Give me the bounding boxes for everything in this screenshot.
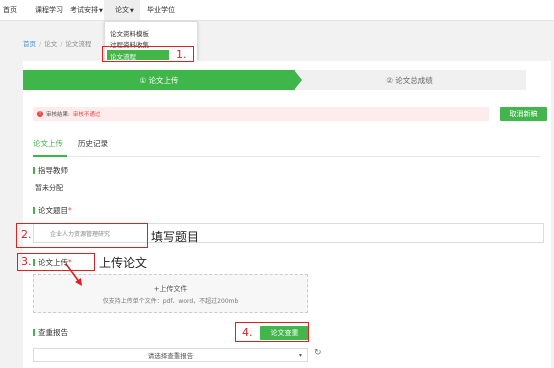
check-report-select[interactable]: 请选择查重报告 ▾ xyxy=(33,348,308,362)
tab-active-indicator xyxy=(33,155,67,157)
step-upload-label: ① 论文上传 xyxy=(139,75,179,85)
required-mark: * xyxy=(68,206,72,215)
nav-course[interactable]: 课程学习 xyxy=(35,5,63,15)
annotation-3: 3. xyxy=(21,255,32,268)
chevron-down-icon: ▾ xyxy=(298,352,302,359)
annotation-1: 1. xyxy=(176,48,187,61)
check-report-placeholder: 请选择查重报告 xyxy=(147,352,194,360)
breadcrumb-thesis[interactable]: 论文 xyxy=(44,40,57,48)
error-icon: ! xyxy=(37,111,43,117)
step-bar: ② 论文总成绩 ① 论文上传 xyxy=(23,70,526,90)
caret-down-icon: ▼ xyxy=(99,8,103,14)
annotation-note-title: 填写题目 xyxy=(151,230,200,244)
annotation-note-upload: 上传论文 xyxy=(99,256,148,270)
tab-history[interactable]: 历史记录 xyxy=(78,138,108,149)
step-total-score-label: ② 论文总成绩 xyxy=(386,75,433,85)
nav-thesis[interactable]: 论文▼ xyxy=(115,5,134,15)
check-report-heading: 查重报告 xyxy=(33,327,68,338)
breadcrumb-home[interactable]: 首页 xyxy=(23,40,36,48)
step-arrow-icon xyxy=(294,70,302,90)
breadcrumb-separator: / xyxy=(39,40,42,48)
step-total-score[interactable]: ② 论文总成绩 xyxy=(293,70,526,90)
refresh-icon[interactable]: ↻ xyxy=(314,348,322,358)
cancel-draft-button[interactable]: 取消新稿 xyxy=(500,107,547,121)
advisor-heading: 指导教师 xyxy=(33,165,68,176)
section-marker xyxy=(33,329,35,336)
upload-hint: 仅支持上传单个文件：pdf、word，不超过200mb xyxy=(102,298,239,305)
review-alert: ! 审核结果: 审核不通过 xyxy=(33,107,489,121)
tab-thesis-upload[interactable]: 论文上传 xyxy=(33,138,63,149)
tabs-divider xyxy=(33,156,540,157)
alert-value: 审核不通过 xyxy=(72,112,101,118)
section-marker xyxy=(33,207,35,214)
nav-thesis-label: 论文 xyxy=(115,6,129,14)
thesis-title-label: 论文题目 xyxy=(38,206,68,215)
step-upload[interactable]: ① 论文上传 xyxy=(23,70,295,90)
annotation-arrow-icon xyxy=(65,263,82,286)
menu-item-template[interactable]: 论文资料模板 xyxy=(110,28,149,38)
annotation-2: 2. xyxy=(21,228,32,241)
nav-home[interactable]: 首页 xyxy=(3,5,17,15)
nav-degree[interactable]: 毕业学位 xyxy=(147,5,175,15)
caret-down-icon: ▼ xyxy=(130,8,134,14)
breadcrumb-current: 论文流程 xyxy=(65,40,92,48)
alert-label: 审核结果: xyxy=(46,112,70,118)
advisor-label: 指导教师 xyxy=(38,166,68,175)
thesis-title-heading: 论文题目* xyxy=(33,205,72,216)
check-report-label: 查重报告 xyxy=(38,328,68,337)
section-marker xyxy=(33,167,35,174)
nav-exam[interactable]: 考试安排▼ xyxy=(70,5,103,15)
annotation-box-2 xyxy=(16,223,148,248)
top-nav: 首页 课程学习 考试安排▼ 论文▼ 毕业学位 xyxy=(0,0,554,21)
annotation-4: 4. xyxy=(242,326,253,339)
nav-exam-label: 考试安排 xyxy=(70,6,98,14)
breadcrumb: 首页 / 论文 / 论文流程 xyxy=(23,38,91,48)
breadcrumb-separator: / xyxy=(60,40,63,48)
advisor-value: 暂未分配 xyxy=(35,184,63,192)
